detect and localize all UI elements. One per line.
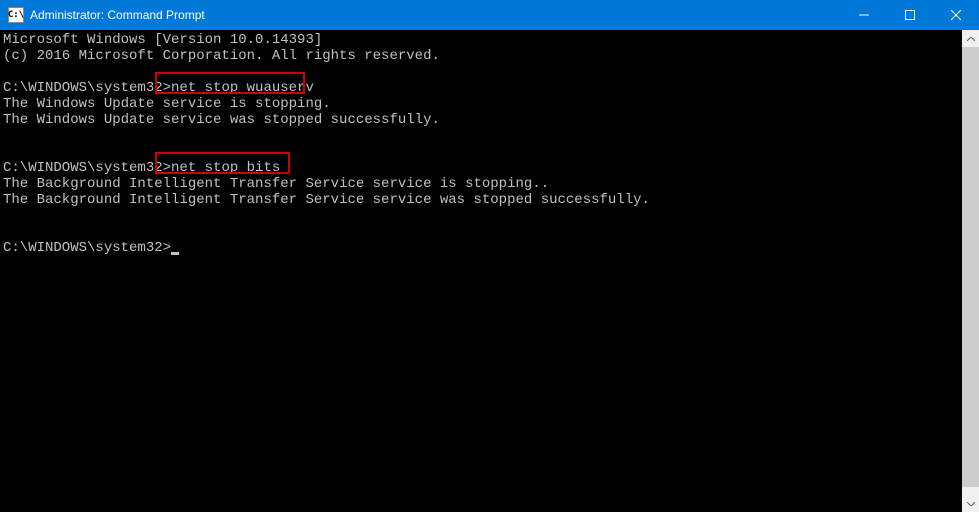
close-icon	[951, 10, 961, 20]
prompt-line: C:\WINDOWS\system32>net stop bits	[3, 160, 959, 176]
vertical-scrollbar[interactable]	[962, 30, 979, 512]
terminal-body: Microsoft Windows [Version 10.0.14393](c…	[0, 30, 979, 512]
command-text: net stop bits	[171, 160, 280, 176]
output-line: The Background Intelligent Transfer Serv…	[3, 176, 959, 192]
blank-line	[3, 144, 959, 160]
prompt-path: C:\WINDOWS\system32>	[3, 240, 171, 256]
output-line: The Windows Update service is stopping.	[3, 96, 959, 112]
minimize-button[interactable]	[841, 0, 887, 30]
window-title: Administrator: Command Prompt	[30, 8, 841, 22]
minimize-icon	[859, 10, 869, 20]
prompt-path: C:\WINDOWS\system32>	[3, 80, 171, 96]
blank-line	[3, 224, 959, 240]
prompt-line: C:\WINDOWS\system32>	[3, 240, 959, 256]
blank-line	[3, 208, 959, 224]
window-controls	[841, 0, 979, 30]
prompt-path: C:\WINDOWS\system32>	[3, 160, 171, 176]
window-titlebar[interactable]: C:\ Administrator: Command Prompt	[0, 0, 979, 30]
close-button[interactable]	[933, 0, 979, 30]
chevron-up-icon	[967, 37, 975, 41]
prompt-line: C:\WINDOWS\system32>net stop wuauserv	[3, 80, 959, 96]
output-line: The Background Intelligent Transfer Serv…	[3, 192, 959, 208]
scroll-down-button[interactable]	[962, 495, 979, 512]
maximize-button[interactable]	[887, 0, 933, 30]
scroll-thumb[interactable]	[962, 47, 979, 487]
banner-line: Microsoft Windows [Version 10.0.14393]	[3, 32, 959, 48]
command-text: net stop wuauserv	[171, 80, 314, 96]
banner-line: (c) 2016 Microsoft Corporation. All righ…	[3, 48, 959, 64]
cursor	[171, 252, 179, 255]
cmd-icon: C:\	[8, 7, 24, 23]
cmd-icon-text: C:\	[8, 10, 24, 20]
scroll-up-button[interactable]	[962, 30, 979, 47]
blank-line	[3, 128, 959, 144]
chevron-down-icon	[967, 502, 975, 506]
maximize-icon	[905, 10, 915, 20]
terminal-output[interactable]: Microsoft Windows [Version 10.0.14393](c…	[0, 30, 962, 512]
blank-line	[3, 64, 959, 80]
output-line: The Windows Update service was stopped s…	[3, 112, 959, 128]
